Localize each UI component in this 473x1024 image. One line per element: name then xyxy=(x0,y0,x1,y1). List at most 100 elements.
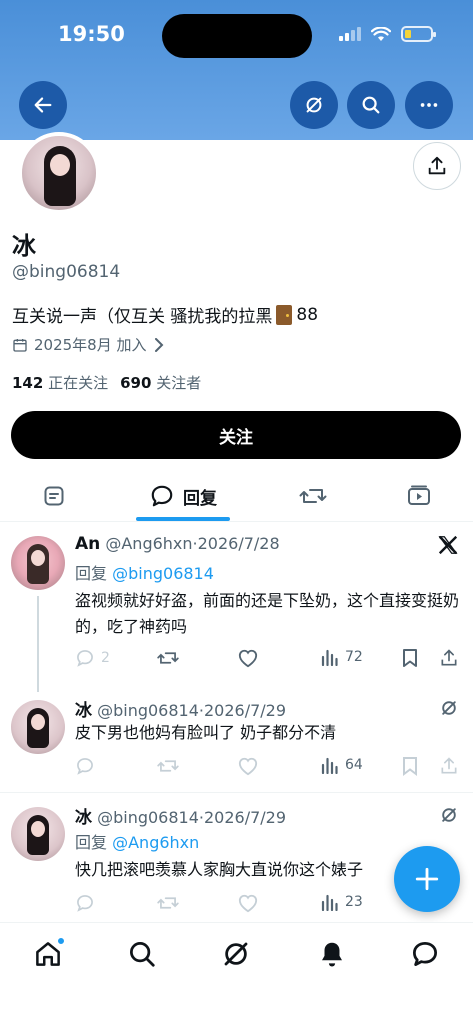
post-header: 冰 @bing06814·2026/7/29 xyxy=(75,803,286,828)
bio-text: 互关说一声（仅互关 骚扰我的拉黑 xyxy=(12,307,273,327)
bookmark-icon xyxy=(403,649,417,667)
retweet-action[interactable] xyxy=(157,648,179,668)
messages-icon xyxy=(413,942,437,966)
battery-icon xyxy=(401,26,436,42)
reply-icon xyxy=(77,650,93,667)
post-text: 盗视频就好好盗，前面的还是下坠奶，这个直接变挺奶的，吃了神药吗 xyxy=(75,591,460,636)
post-author[interactable]: An xyxy=(75,534,100,554)
more-button[interactable] xyxy=(405,81,453,129)
video-tab-icon xyxy=(408,485,430,505)
like-action[interactable] xyxy=(237,648,259,668)
search-icon xyxy=(362,96,380,114)
back-arrow-icon xyxy=(34,97,52,113)
followers-stat[interactable]: 690 关注者 xyxy=(120,372,201,393)
views-count: 72 xyxy=(345,649,363,665)
tab-retweets[interactable] xyxy=(290,470,336,522)
grok-button[interactable] xyxy=(290,81,338,129)
following-count: 142 xyxy=(12,374,44,392)
retweet-icon xyxy=(299,489,327,503)
reply-context: 回复 @Ang6hxn xyxy=(75,829,199,853)
dynamic-island xyxy=(162,14,312,58)
bookmark-action[interactable] xyxy=(401,756,419,776)
views-action[interactable]: 23 xyxy=(321,893,363,911)
reply-prefix: 回复 xyxy=(75,833,108,852)
grok-icon[interactable] xyxy=(439,698,459,718)
like-action[interactable] xyxy=(237,756,259,776)
post-item[interactable]: An @Ang6hxn·2026/7/28 回复 @bing06814 盗视频就… xyxy=(0,522,473,692)
share-icon xyxy=(441,649,457,666)
retweet-icon xyxy=(157,897,179,909)
active-tab-indicator xyxy=(136,517,230,521)
share-action[interactable] xyxy=(439,756,459,776)
views-icon xyxy=(321,757,338,774)
posts-tab-icon xyxy=(44,486,64,506)
reply-action[interactable] xyxy=(75,756,95,776)
reply-to-handle[interactable]: @Ang6hxn xyxy=(112,833,199,852)
post-handle: @bing06814 xyxy=(97,808,199,827)
following-label: 正在关注 xyxy=(48,374,109,392)
reply-action[interactable]: 2 xyxy=(75,648,110,668)
profile-banner: 19:50 xyxy=(0,0,473,140)
post-text: 皮下男也他妈有脸叫了 奶子都分不清 xyxy=(75,723,337,742)
grok-icon xyxy=(306,97,322,113)
views-icon xyxy=(321,894,338,911)
views-count: 64 xyxy=(345,757,363,773)
chevron-right-icon[interactable] xyxy=(153,337,165,352)
post-actions: 64 xyxy=(75,756,465,780)
nav-notifications[interactable] xyxy=(317,939,347,969)
reply-to-handle[interactable]: @bing06814 xyxy=(112,564,214,583)
post-author[interactable]: 冰 xyxy=(75,808,92,828)
share-button[interactable] xyxy=(413,142,461,190)
following-stat[interactable]: 142 正在关注 xyxy=(12,372,108,393)
nav-home[interactable] xyxy=(33,937,65,969)
like-action[interactable] xyxy=(237,893,259,913)
nav-messages[interactable] xyxy=(410,939,440,969)
post-date: ·2026/7/29 xyxy=(198,701,287,720)
grok-icon[interactable] xyxy=(439,805,459,825)
followers-label: 关注者 xyxy=(156,374,202,392)
profile-handle: @bing06814 xyxy=(12,262,121,282)
post-handle: @Ang6hxn xyxy=(105,534,193,553)
nav-grok[interactable] xyxy=(221,939,251,969)
x-logo-icon xyxy=(438,535,458,555)
retweet-action[interactable] xyxy=(157,756,179,776)
post-item[interactable]: 冰 @bing06814·2026/7/29 皮下男也他妈有脸叫了 奶子都分不清… xyxy=(0,688,473,792)
avatar[interactable] xyxy=(11,700,65,754)
bell-icon xyxy=(322,942,342,967)
retweet-action[interactable] xyxy=(157,893,179,913)
avatar[interactable] xyxy=(11,536,65,590)
thread-line xyxy=(37,596,39,692)
tab-media[interactable] xyxy=(396,470,442,522)
reply-action[interactable] xyxy=(75,893,95,913)
avatar[interactable] xyxy=(11,807,65,861)
tab-replies[interactable]: 回复 xyxy=(140,470,226,522)
tab-posts[interactable] xyxy=(30,470,78,522)
share-action[interactable] xyxy=(439,648,459,668)
post-author[interactable]: 冰 xyxy=(75,701,92,721)
views-icon xyxy=(321,649,338,666)
like-icon xyxy=(238,757,258,776)
back-button[interactable] xyxy=(19,81,67,129)
tab-replies-label: 回复 xyxy=(183,488,217,509)
compose-button[interactable] xyxy=(394,846,460,912)
like-icon xyxy=(238,649,258,668)
search-button[interactable] xyxy=(347,81,395,129)
retweet-icon xyxy=(157,760,179,772)
door-emoji-icon xyxy=(276,304,293,325)
profile-tabs: 回复 xyxy=(0,470,473,522)
views-action[interactable]: 64 xyxy=(321,756,363,774)
nav-search[interactable] xyxy=(127,939,157,969)
bottom-nav xyxy=(0,922,473,1024)
bookmark-icon xyxy=(403,757,417,776)
post-date: ·2026/7/28 xyxy=(192,534,280,553)
views-action[interactable]: 72 xyxy=(321,648,363,666)
status-icons xyxy=(339,26,436,42)
post-header: 冰 @bing06814·2026/7/29 xyxy=(75,696,286,721)
reply-icon xyxy=(77,895,93,912)
profile-avatar[interactable] xyxy=(18,132,100,214)
follow-stats: 142 正在关注 690 关注者 xyxy=(12,372,201,393)
joined-date: 2025年8月 加入 xyxy=(12,334,165,355)
more-icon xyxy=(420,103,438,107)
follow-button[interactable]: 关注 xyxy=(11,411,461,459)
bookmark-action[interactable] xyxy=(401,648,419,668)
